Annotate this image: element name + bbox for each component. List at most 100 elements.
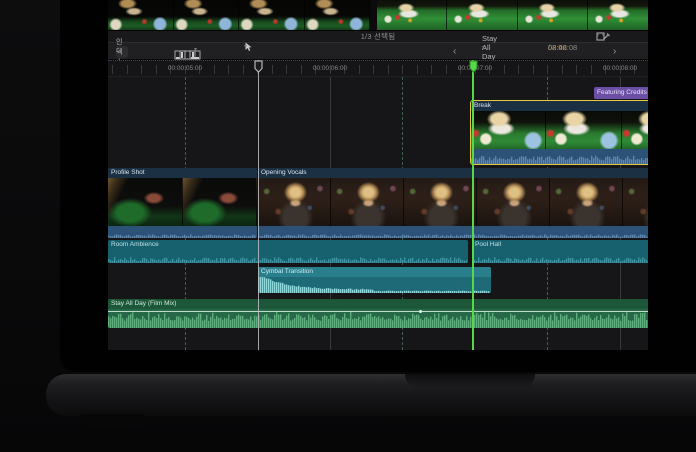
clip-label: Room Ambience bbox=[108, 240, 468, 250]
selection-status: 1/3 선택됨 bbox=[361, 31, 396, 42]
chevron-down-icon: ▾ bbox=[596, 33, 599, 39]
filmstrip-frame bbox=[471, 111, 546, 151]
filmstrip-frame bbox=[305, 0, 371, 30]
filmstrip-frame bbox=[622, 111, 648, 151]
clip-cymbal-transition[interactable]: Cymbal Transition bbox=[258, 267, 491, 293]
filmstrip-frame bbox=[404, 178, 477, 226]
browser-status-bar: 1/3 선택됨 bbox=[108, 30, 648, 42]
clip-filmstrip bbox=[108, 178, 257, 226]
ruler-tick bbox=[446, 65, 447, 74]
volume-keyframe[interactable] bbox=[419, 310, 422, 313]
filmstrip-frame bbox=[550, 178, 623, 226]
clip-audio-band bbox=[258, 226, 648, 238]
filmstrip-frame bbox=[331, 178, 404, 226]
timecode-total: 02:42:08 bbox=[548, 43, 577, 52]
chevron-down-icon: ▾ bbox=[482, 45, 485, 51]
ruler-tick bbox=[141, 65, 142, 74]
clip-filmstrip bbox=[471, 111, 648, 151]
ruler-timecode-label: 00:00:05:00 bbox=[168, 65, 202, 72]
ruler-timecode-label: 00:00:08:00 bbox=[603, 65, 637, 72]
filmstrip-frame bbox=[477, 178, 550, 226]
clip-label: Cymbal Transition bbox=[258, 267, 491, 277]
clip-label: Featuring Credits bbox=[594, 87, 648, 97]
clip-profile-shot[interactable]: Profile Shot bbox=[108, 168, 257, 238]
audio-waveform bbox=[108, 310, 648, 328]
audio-waveform bbox=[108, 254, 468, 263]
viewer-tool-icons: ▾ ▾ bbox=[596, 29, 648, 43]
clip-audio-band bbox=[471, 149, 648, 164]
ruler-tick bbox=[417, 65, 418, 74]
filmstrip-frame bbox=[588, 0, 648, 30]
browser-clip[interactable] bbox=[377, 0, 648, 30]
timeline-tracks: Featuring Credits Break Profile ShotOpenin… bbox=[108, 77, 648, 350]
clip-stay-all-day[interactable]: Stay All Day (Film Mix) bbox=[108, 299, 648, 328]
chevron-down-icon: ▾ bbox=[244, 44, 247, 50]
browser-clip[interactable] bbox=[108, 0, 370, 30]
app-display: 1/3 선택됨 ▾ ▾ 인덱스 ▾ bbox=[108, 0, 648, 350]
volume-line[interactable] bbox=[108, 311, 648, 312]
filmstrip-frame bbox=[239, 0, 305, 30]
laptop-lid-scoop bbox=[405, 374, 535, 389]
next-project-button[interactable]: › bbox=[613, 47, 616, 57]
ruler-tick bbox=[272, 65, 273, 74]
ruler-tick bbox=[504, 65, 505, 74]
ruler-tick bbox=[112, 65, 113, 74]
clip-break[interactable]: Break bbox=[470, 100, 648, 165]
clip-audio-band bbox=[108, 226, 257, 238]
ruler-tick bbox=[518, 65, 519, 74]
ruler-tick bbox=[373, 65, 374, 74]
index-button[interactable]: 인덱스 bbox=[116, 46, 128, 58]
chevron-down-icon: ▾ bbox=[602, 33, 605, 39]
clip-opening-vocals[interactable]: Opening Vocals bbox=[258, 168, 648, 238]
audio-waveform bbox=[472, 254, 648, 263]
filmstrip-frame bbox=[174, 0, 240, 30]
clip-label: Break bbox=[471, 101, 648, 111]
ruler-tick bbox=[547, 65, 548, 74]
ruler-tick bbox=[591, 65, 592, 74]
laptop-rubber-foot bbox=[78, 414, 148, 427]
browser-filmstrip-area bbox=[108, 0, 648, 30]
filmstrip-frame bbox=[377, 0, 447, 30]
ruler-timecode-label: 00:00:06:00 bbox=[313, 65, 347, 72]
ruler-tick bbox=[562, 65, 563, 74]
filmstrip-frame bbox=[183, 178, 258, 226]
playhead-pin[interactable] bbox=[254, 60, 263, 73]
ruler-tick bbox=[127, 65, 128, 74]
filmstrip-frame bbox=[518, 0, 588, 30]
filmstrip-frame bbox=[447, 0, 517, 30]
skimmer-pin[interactable] bbox=[469, 60, 478, 73]
clip-filmstrip bbox=[258, 178, 648, 226]
ruler-tick bbox=[359, 65, 360, 74]
playhead[interactable] bbox=[258, 60, 259, 350]
audio-waveform bbox=[471, 152, 648, 164]
clip-label: Profile Shot bbox=[108, 168, 257, 178]
ruler-tick bbox=[301, 65, 302, 74]
ruler-tick bbox=[576, 65, 577, 74]
laptop-screen-bezel: 1/3 선택됨 ▾ ▾ 인덱스 ▾ bbox=[60, 0, 696, 372]
ruler-tick bbox=[286, 65, 287, 74]
filmstrip-frame bbox=[108, 0, 174, 30]
ruler-tick bbox=[156, 65, 157, 74]
timeline-toolbar: 인덱스 ▾ ▾ ‹ Stay All Day ▾ 08:06 / 02:42:0… bbox=[108, 42, 648, 60]
ruler-tick bbox=[431, 65, 432, 74]
clip-featuring-credits[interactable]: Featuring Credits bbox=[594, 87, 648, 99]
filmstrip-frame bbox=[258, 178, 331, 226]
timeline-ruler[interactable]: 00:00:05:0000:00:06:0000:00:07:0000:00:0… bbox=[108, 60, 648, 77]
audio-waveform bbox=[108, 229, 257, 238]
ruler-tick bbox=[533, 65, 534, 74]
clip-room-ambience[interactable]: Room Ambience bbox=[108, 240, 468, 263]
laptop-base bbox=[46, 374, 696, 416]
ruler-tick bbox=[214, 65, 215, 74]
edit-icons-group: ▾ bbox=[174, 47, 197, 53]
ruler-tick bbox=[228, 65, 229, 74]
clip-pool-hall[interactable]: Pool Hall bbox=[472, 240, 648, 263]
filmstrip-frame bbox=[108, 178, 183, 226]
skimmer[interactable] bbox=[472, 60, 474, 350]
ruler-tick bbox=[243, 65, 244, 74]
clip-label: Pool Hall bbox=[472, 240, 648, 250]
ruler-tick bbox=[388, 65, 389, 74]
audio-waveform bbox=[258, 277, 491, 293]
filmstrip-frame bbox=[623, 178, 648, 226]
macbook-scene: 1/3 선택됨 ▾ ▾ 인덱스 ▾ bbox=[0, 0, 696, 452]
prev-project-button[interactable]: ‹ bbox=[453, 47, 456, 57]
